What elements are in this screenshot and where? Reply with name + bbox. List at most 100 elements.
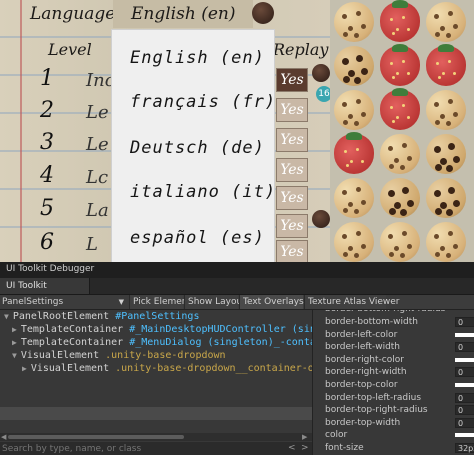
level-name: La — [86, 200, 109, 221]
tab-ui-toolkit-debugger[interactable]: UI Toolkit Debugger — [0, 278, 90, 307]
replay-yes-button[interactable]: Yes — [276, 186, 308, 210]
cookie-icon[interactable] — [334, 222, 374, 262]
tree-node[interactable]: ▶ TemplateContainer #_MenuDialog (singlet… — [12, 337, 312, 349]
level-name: Inc — [86, 70, 115, 91]
show-layout-button[interactable]: Show Layout — [184, 295, 246, 309]
color-swatch[interactable] — [455, 433, 474, 438]
text-overlays-dropdown[interactable]: Text Overlays — [239, 295, 304, 309]
scroll-right-icon[interactable]: ▶ — [302, 433, 307, 441]
expand-toggle-icon[interactable]: ▶ — [12, 338, 17, 347]
cookie-icon[interactable] — [334, 178, 374, 218]
cookie-icon[interactable] — [380, 222, 420, 262]
ui-toolkit-debugger: UI Toolkit Debugger UI Toolkit Debugger … — [0, 262, 474, 455]
expand-toggle-icon[interactable]: ▶ — [12, 325, 17, 334]
panel-select-dropdown[interactable]: PanelSettings ▼ — [2, 295, 126, 309]
tab-bar: UI Toolkit Debugger — [0, 278, 474, 307]
replay-yes-button[interactable]: Yes — [276, 98, 308, 122]
node-class: .unity-base-dropdown__container-outer — [115, 363, 312, 374]
panel-select-value: PanelSettings — [2, 297, 64, 307]
scroll-left-icon[interactable]: ◀ — [1, 433, 6, 441]
hierarchy-tree: ▼ PanelRootElement #PanelSettings ▶ Templa… — [0, 310, 312, 432]
color-swatch[interactable] — [455, 332, 474, 337]
property-value-field[interactable]: 0 — [455, 367, 474, 378]
node-type: TemplateContainer — [20, 337, 124, 348]
tree-node[interactable]: ▼ VisualElement .unity-base-dropdown — [12, 350, 226, 362]
chocolate-cookie-icon[interactable] — [380, 178, 420, 218]
dropdown-arrow-icon[interactable] — [252, 2, 274, 24]
texture-atlas-viewer-button[interactable]: Texture Atlas Viewer — [304, 295, 400, 309]
chocolate-cookie-icon[interactable] — [426, 134, 466, 174]
dropdown-option-de[interactable]: Deutsch (de) — [130, 138, 265, 158]
strawberry-icon[interactable] — [380, 88, 420, 130]
cookie-icon[interactable] — [426, 2, 466, 42]
color-swatch[interactable] — [455, 357, 474, 362]
scrollbar-thumb[interactable] — [8, 435, 184, 439]
dropdown-option-it[interactable]: italiano (it) — [130, 182, 274, 202]
strawberry-icon[interactable] — [334, 132, 374, 174]
cookie-icon[interactable] — [334, 2, 374, 42]
tree-node[interactable]: ▶ TemplateContainer #_MainDesktopHUDContr… — [12, 324, 312, 336]
property-label: border-top-right-radius — [325, 405, 428, 416]
level-column-header: Level — [48, 40, 92, 59]
window-title: UI Toolkit Debugger — [6, 264, 95, 274]
strawberry-icon[interactable] — [380, 44, 420, 86]
language-dropdown[interactable]: English (en) — [113, 0, 253, 28]
level-name: Le — [86, 134, 109, 155]
level-name: Le — [86, 102, 109, 123]
property-value-field[interactable]: 0 — [455, 405, 474, 416]
property-label: border-top-width — [325, 417, 401, 428]
strawberry-icon[interactable] — [380, 0, 420, 42]
replay-yes-button[interactable]: Yes — [276, 240, 308, 262]
debugger-toolbar: PanelSettings ▼ Pick Element Show Layout… — [0, 295, 474, 310]
dropdown-option-en[interactable]: English (en) — [130, 48, 265, 68]
selected-row-highlight — [0, 407, 312, 420]
expand-toggle-icon[interactable]: ▼ — [12, 351, 17, 360]
property-value-field[interactable]: 0 — [455, 342, 474, 353]
node-id: #_MenuDialog (singleton)_-container — [129, 337, 312, 348]
property-label: border-right-color — [325, 354, 404, 365]
property-label: border-top-color — [325, 380, 398, 390]
property-label: border-bottom-right-radius — [325, 310, 445, 315]
chocolate-cookie-icon[interactable] — [334, 46, 374, 86]
cookie-icon[interactable] — [380, 134, 420, 174]
property-value-field[interactable]: 0 — [455, 417, 474, 428]
knob-icon — [312, 210, 330, 228]
level-number: 2 — [40, 98, 54, 123]
language-label: Language — [30, 4, 116, 24]
cookie-icon[interactable] — [426, 222, 466, 262]
chocolate-cookie-icon[interactable] — [426, 178, 466, 218]
expand-toggle-icon[interactable]: ▶ — [22, 364, 27, 373]
property-value-field[interactable]: 0 — [455, 392, 474, 403]
replay-yes-button[interactable]: Yes — [276, 214, 308, 238]
node-type: TemplateContainer — [20, 324, 124, 335]
level-number: 6 — [40, 230, 54, 255]
tree-node-selected[interactable]: ▶ VisualElement .unity-base-dropdown__con… — [22, 363, 312, 375]
dropdown-option-fr[interactable]: français (fr) — [130, 92, 274, 112]
property-value-field[interactable]: 32px — [455, 443, 474, 453]
cookie-icon[interactable] — [334, 90, 374, 130]
level-number: 3 — [40, 130, 54, 155]
horizontal-scrollbar[interactable]: ◀ ▶ — [0, 433, 312, 441]
node-type: PanelRootElement — [12, 311, 110, 322]
property-label: border-bottom-width — [325, 317, 418, 327]
strawberry-icon[interactable] — [426, 44, 466, 86]
search-bar: < > — [0, 442, 312, 455]
node-id: #_MainDesktopHUDController (singleton) — [129, 324, 312, 335]
replay-yes-button[interactable]: Yes — [276, 128, 308, 152]
pick-element-button[interactable]: Pick Element — [129, 295, 191, 309]
style-inspector: border-bottom-right-radius border-bottom… — [312, 310, 474, 455]
search-input[interactable] — [2, 443, 282, 454]
dropdown-option-es[interactable]: español (es) — [130, 228, 265, 248]
property-label: color — [325, 430, 348, 441]
match-grid — [330, 0, 474, 262]
search-next-button[interactable]: > — [301, 442, 309, 455]
search-prev-button[interactable]: < — [288, 442, 296, 455]
replay-yes-button[interactable]: Yes — [276, 158, 308, 182]
color-swatch[interactable] — [455, 383, 474, 387]
replay-yes-button[interactable]: Yes — [276, 68, 308, 92]
tree-node[interactable]: ▼ PanelRootElement #PanelSettings — [4, 311, 199, 323]
cookie-icon[interactable] — [426, 90, 466, 130]
property-value-field[interactable]: 0 — [455, 317, 474, 327]
level-number: 1 — [40, 66, 54, 91]
expand-toggle-icon[interactable]: ▼ — [4, 312, 9, 321]
